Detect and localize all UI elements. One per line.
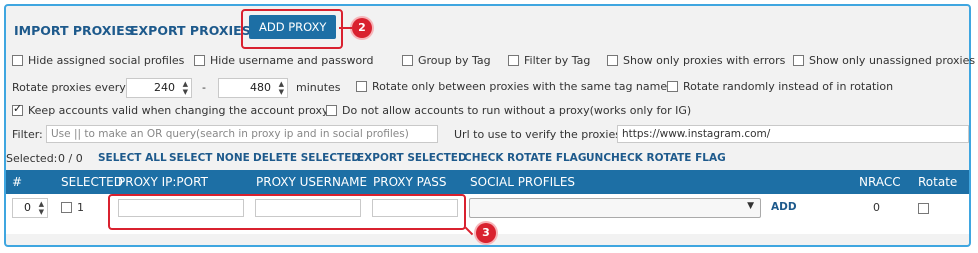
rotate-min-input[interactable]: 240 ▲ ▼ <box>126 78 192 98</box>
checkbox[interactable] <box>61 201 72 213</box>
header-selected: SELECTED <box>61 175 123 189</box>
option-label: Rotate randomly instead of in rotation <box>683 80 894 93</box>
header-proxy-username: PROXY USERNAME <box>256 175 368 189</box>
selected-label: Selected: <box>6 152 58 165</box>
proxy-pass-input[interactable] <box>372 199 458 217</box>
checkbox[interactable] <box>356 80 367 92</box>
checkbox[interactable] <box>793 54 804 66</box>
option-rotate-same-tag[interactable]: Rotate only between proxies with the sam… <box>356 80 667 93</box>
header-index: # <box>12 175 23 189</box>
option-label: Group by Tag <box>418 54 491 67</box>
option-only-errors[interactable]: Show only proxies with errors <box>607 54 785 67</box>
add-social-profile-link[interactable]: ADD <box>771 201 797 213</box>
spinner-icon[interactable]: ▲ ▼ <box>183 80 188 96</box>
rotate-min-value: 240 <box>154 81 175 94</box>
header-nracc: NRACC <box>859 175 901 189</box>
row-select[interactable]: 1 <box>61 201 84 214</box>
rotate-label: Rotate proxies every <box>12 81 126 94</box>
callout-badge-add: 2 <box>352 18 372 38</box>
verify-url-input[interactable]: https://www.instagram.com/ <box>617 125 969 143</box>
callout-connector <box>339 27 352 29</box>
option-label: Do not allow accounts to run without a p… <box>342 104 692 117</box>
header-social-profiles: SOCIAL PROFILES <box>470 175 576 189</box>
option-label: Hide assigned social profiles <box>28 54 185 67</box>
checkbox[interactable] <box>508 54 519 66</box>
checkbox[interactable] <box>607 54 618 66</box>
rotate-unit: minutes <box>296 81 341 94</box>
option-group-by-tag[interactable]: Group by Tag <box>402 54 491 67</box>
checkbox[interactable] <box>402 54 413 66</box>
verify-url-value: https://www.instagram.com/ <box>622 128 771 140</box>
verify-url-label: Url to use to verify the proxies <box>454 128 621 141</box>
rotate-max-input[interactable]: 480 ▲ ▼ <box>218 78 288 98</box>
row-index-value: 0 <box>24 201 31 214</box>
import-proxies-button[interactable]: IMPORT PROXIES <box>14 23 134 38</box>
option-hide-credentials[interactable]: Hide username and password <box>194 54 373 67</box>
row-rotate-checkbox[interactable] <box>918 202 934 215</box>
checkbox[interactable] <box>194 54 205 66</box>
header-proxy-ip: PROXY IP:PORT <box>118 175 208 189</box>
option-label: Hide username and password <box>210 54 374 67</box>
checkbox[interactable] <box>12 54 23 66</box>
rotate-max-value: 480 <box>250 81 271 94</box>
rotate-dash: - <box>202 81 206 94</box>
option-label: Show only unassigned proxies <box>809 54 976 67</box>
uncheck-rotate-link[interactable]: UNCHECK ROTATE FLAG <box>586 152 726 164</box>
select-none-link[interactable]: SELECT NONE <box>169 152 250 164</box>
check-rotate-link[interactable]: CHECK ROTATE FLAG <box>464 152 586 164</box>
checkbox[interactable] <box>918 202 929 214</box>
option-label: Keep accounts valid when changing the ac… <box>28 104 329 117</box>
proxy-manager-panel: IMPORT PROXIES EXPORT PROXIES ADD PROXY … <box>4 4 975 247</box>
table-header: # SELECTED PROXY IP:PORT PROXY USERNAME … <box>6 170 969 194</box>
proxy-username-input[interactable] <box>255 199 361 217</box>
checkbox[interactable] <box>326 104 337 116</box>
select-all-link[interactable]: SELECT ALL <box>98 152 167 164</box>
option-keep-valid[interactable]: Keep accounts valid when changing the ac… <box>12 102 329 117</box>
option-label: Filter by Tag <box>524 54 591 67</box>
checkbox[interactable] <box>667 80 678 92</box>
selected-count: 0 / 0 <box>58 152 83 165</box>
callout-badge-row: 3 <box>476 223 496 243</box>
export-selected-link[interactable]: EXPORT SELECTED <box>357 152 467 164</box>
spinner-icon[interactable]: ▲ ▼ <box>39 200 44 216</box>
option-require-proxy[interactable]: Do not allow accounts to run without a p… <box>326 104 691 117</box>
header-proxy-pass: PROXY PASS <box>373 175 447 189</box>
option-hide-assigned[interactable]: Hide assigned social profiles <box>12 54 184 67</box>
option-rotate-random[interactable]: Rotate randomly instead of in rotation <box>667 80 893 93</box>
filter-label: Filter: <box>12 128 43 141</box>
checkbox-checked[interactable] <box>12 102 23 116</box>
option-label: Rotate only between proxies with the sam… <box>372 80 668 93</box>
header-rotate: Rotate <box>918 175 958 189</box>
option-filter-by-tag[interactable]: Filter by Tag <box>508 54 590 67</box>
add-proxy-button[interactable]: ADD PROXY <box>249 15 337 39</box>
filter-placeholder: Use || to make an OR query(search in pro… <box>51 128 409 140</box>
export-proxies-button[interactable]: EXPORT PROXIES <box>130 23 251 38</box>
social-profiles-select[interactable]: ▼ <box>469 198 761 218</box>
option-label: Show only proxies with errors <box>623 54 786 67</box>
delete-selected-link[interactable]: DELETE SELECTED <box>253 152 360 164</box>
row-nracc: 0 <box>873 201 880 214</box>
row-index-input[interactable]: 0 ▲ ▼ <box>12 198 48 218</box>
chevron-down-icon: ▼ <box>747 201 754 211</box>
filter-input[interactable]: Use || to make an OR query(search in pro… <box>46 125 438 143</box>
option-only-unassigned[interactable]: Show only unassigned proxies <box>793 54 975 67</box>
row-select-num: 1 <box>77 201 84 214</box>
spinner-icon[interactable]: ▲ ▼ <box>279 80 284 96</box>
proxy-ip-port-input[interactable] <box>118 199 244 217</box>
